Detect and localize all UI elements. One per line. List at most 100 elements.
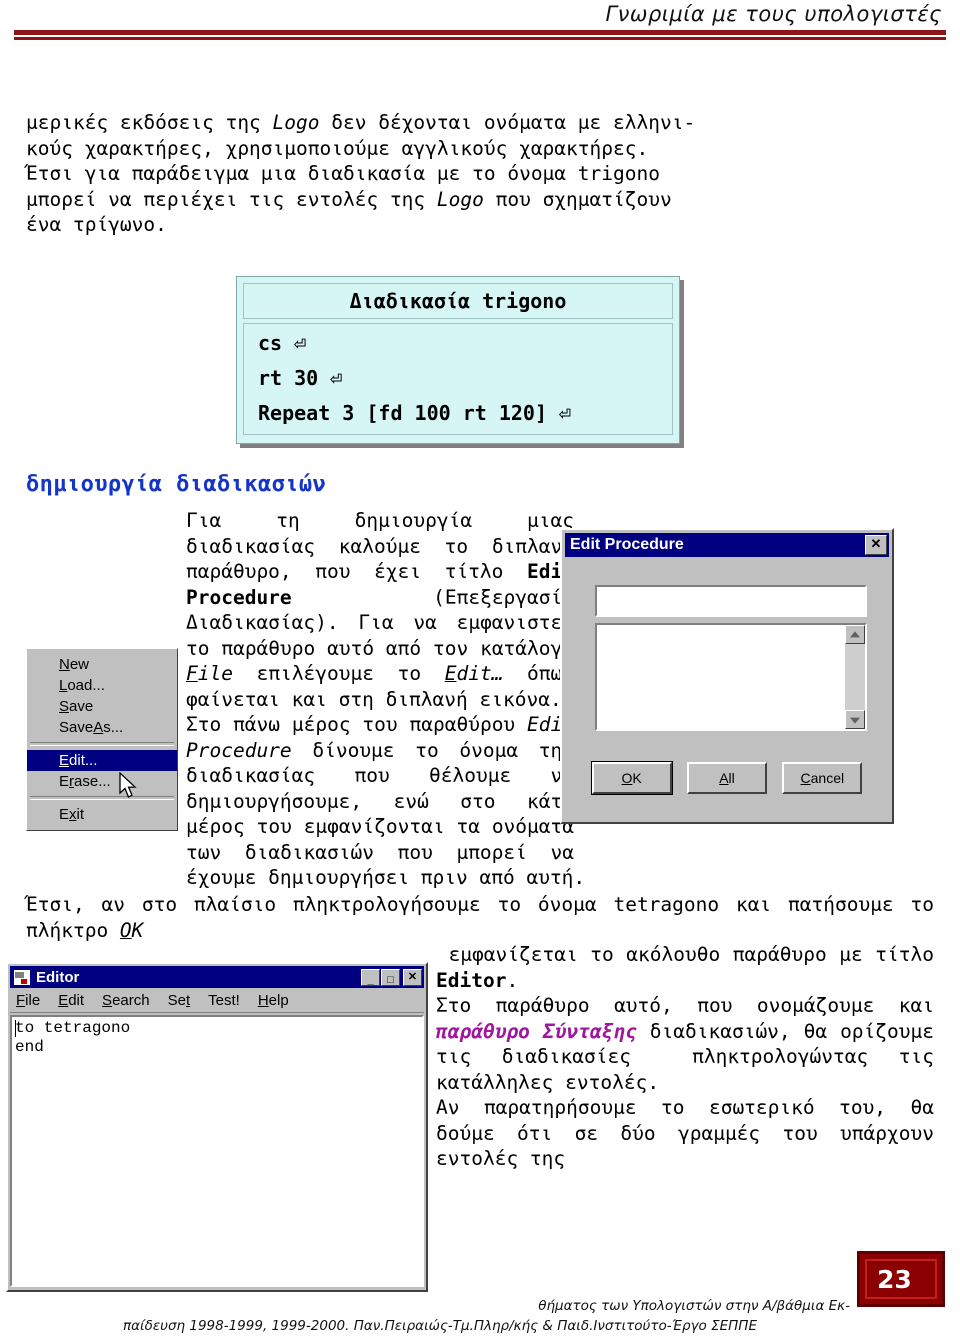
scroll-down-icon[interactable] bbox=[845, 710, 865, 729]
editor-menu-help-label: elp bbox=[268, 991, 289, 1009]
text-caret bbox=[15, 1020, 16, 1037]
file-menu-accelerator: F bbox=[186, 662, 198, 685]
minimize-icon[interactable]: _ bbox=[361, 968, 380, 986]
code-box-title: Διαδικασία trigono bbox=[243, 283, 673, 319]
menu-item-saveas-accelerator: A bbox=[93, 719, 104, 736]
editor-menu-search[interactable]: Search bbox=[102, 992, 150, 1009]
menu-item-load[interactable]: Load... bbox=[27, 675, 177, 696]
editor-menubar: File Edit Search Set Test! Help bbox=[10, 988, 424, 1013]
code-line: cs ⏎ bbox=[258, 331, 307, 355]
menu-separator bbox=[30, 796, 174, 800]
file-menu-popup[interactable]: New Load... Save SaveAs... Edit... Erase… bbox=[26, 648, 178, 831]
all-button[interactable]: All bbox=[686, 762, 767, 794]
body-paragraph-3b: εμφανίζεται το ακόλουθο παράθυρο με τίτλ… bbox=[436, 942, 934, 993]
list-scrollbar[interactable] bbox=[845, 625, 865, 729]
body-paragraph-5: Αν παρατηρήσουμε το εσωτερικό του, θα δο… bbox=[436, 1096, 946, 1170]
p2-text-a: Στο πάνω μέρος του παραθύρου bbox=[186, 713, 528, 736]
editor-text-area[interactable]: to tetragono end bbox=[10, 1015, 424, 1287]
page-header: Γνωριμία με τους υπολογιστές bbox=[0, 0, 960, 46]
ok-button[interactable]: OK bbox=[591, 762, 672, 794]
menu-item-exit-accelerator: x bbox=[69, 806, 77, 823]
menu-item-new[interactable]: New bbox=[27, 654, 177, 675]
editor-menu-set-accelerator: t bbox=[185, 991, 191, 1009]
editor-menu-file-accelerator: F bbox=[16, 991, 26, 1009]
p3-text-c: . bbox=[506, 968, 519, 992]
editor-term: Editor bbox=[436, 968, 507, 992]
menu-item-load-label: oad... bbox=[67, 677, 105, 694]
menu-item-exit-prefix: E bbox=[59, 806, 70, 823]
header-rule-thin bbox=[14, 37, 946, 40]
section-heading: δημιουργία διαδικασιών bbox=[26, 472, 327, 497]
p3-text-b: εμφανίζεται το ακόλουθο παράθυρο με τίτλ… bbox=[436, 943, 946, 966]
intro-text-a: μερικές εκδόσεις της bbox=[26, 111, 273, 134]
editor-code-line: end bbox=[15, 1038, 44, 1056]
menu-item-saveas-prefix: Save bbox=[59, 719, 94, 736]
editor-menu-edit[interactable]: Edit bbox=[58, 992, 84, 1009]
editor-menu-edit-accelerator: E bbox=[58, 991, 69, 1009]
procedure-name-input[interactable] bbox=[595, 585, 867, 617]
cancel-button-label: ancel bbox=[810, 770, 845, 786]
editor-menu-test-label: Test! bbox=[208, 991, 240, 1009]
close-icon[interactable]: ✕ bbox=[865, 535, 887, 555]
p3-text-a: Έτσι, αν στο πλαίσιο πληκτρολογήσουμε το… bbox=[26, 893, 946, 942]
body-paragraph-4: Στο παράθυρο αυτό, που ονομάζουμε και πα… bbox=[436, 993, 934, 1095]
body-paragraph-3: Έτσι, αν στο πλαίσιο πληκτρολογήσουμε το… bbox=[26, 892, 934, 943]
menu-item-edit-accelerator: E bbox=[59, 752, 70, 769]
dialog-title: Edit Procedure bbox=[570, 536, 684, 553]
editor-app-icon bbox=[13, 968, 31, 986]
editor-menu-help-accelerator: H bbox=[257, 991, 269, 1009]
menu-item-saveas-label: s... bbox=[103, 719, 124, 736]
p1-text-a: Για τη δημιουργία μιας διαδικασίας καλού… bbox=[186, 509, 574, 583]
p4-text-a: Στο παράθυρο αυτό, που ονομάζουμε και bbox=[436, 994, 946, 1017]
code-line: rt 30 ⏎ bbox=[258, 366, 343, 390]
editor-title: Editor bbox=[36, 968, 80, 986]
menu-item-erase[interactable]: Erase... bbox=[27, 771, 177, 792]
procedure-list-items[interactable] bbox=[597, 625, 845, 729]
cancel-button[interactable]: Cancel bbox=[782, 762, 863, 794]
editor-menu-help[interactable]: Help bbox=[258, 992, 289, 1009]
maximize-icon[interactable]: □ bbox=[381, 968, 400, 986]
ok-button-accelerator: O bbox=[621, 770, 633, 786]
editor-menu-search-accelerator: S bbox=[102, 991, 113, 1009]
menu-item-new-label: ew bbox=[69, 656, 90, 673]
editor-code-line: to tetragono bbox=[15, 1019, 131, 1037]
page-number: 23 bbox=[877, 1264, 912, 1294]
close-icon[interactable]: ✕ bbox=[403, 968, 422, 986]
footer-line-1: θήματος των Υπολογιστών στην Α/βάθμια Εκ… bbox=[538, 1298, 850, 1314]
menu-item-save[interactable]: Save bbox=[27, 696, 177, 717]
editor-menu-test[interactable]: Test! bbox=[208, 992, 240, 1009]
all-button-label: ll bbox=[728, 770, 735, 786]
header-title: Γνωριμία με τους υπολογιστές bbox=[605, 2, 942, 26]
editor-menu-set-prefix: Se bbox=[167, 991, 186, 1009]
editor-menu-file-label: ile bbox=[25, 991, 41, 1009]
editor-menu-search-label: earch bbox=[112, 991, 150, 1009]
edit-menu-term: dit… bbox=[456, 662, 504, 685]
editor-menu-set[interactable]: Set bbox=[168, 992, 191, 1009]
all-button-accelerator: A bbox=[719, 770, 729, 786]
footer-credits: θήματος των Υπολογιστών στην Α/βάθμια Εκ… bbox=[30, 1296, 850, 1336]
intro-paragraph: μερικές εκδόσεις της Logo δεν δέχονται ο… bbox=[26, 110, 932, 238]
menu-item-erase-label: ase... bbox=[74, 773, 111, 790]
page-number-box: 23 bbox=[857, 1251, 945, 1307]
code-box: Διαδικασία trigono cs ⏎ rt 30 ⏎ Repeat 3… bbox=[236, 276, 680, 444]
editor-menu-file[interactable]: File bbox=[16, 992, 40, 1009]
editor-window[interactable]: Editor _ □ ✕ File Edit Search Set Test! … bbox=[6, 962, 428, 1292]
ok-key-term: K bbox=[131, 918, 144, 942]
code-line: Repeat 3 [fd 100 rt 120] ⏎ bbox=[258, 401, 572, 425]
syntax-window-term: παράθυρο Σύνταξης bbox=[436, 1019, 637, 1043]
menu-item-save-accelerator: S bbox=[59, 698, 70, 715]
file-menu-term: ile bbox=[197, 662, 233, 685]
menu-item-edit[interactable]: Edit... bbox=[27, 750, 177, 771]
code-box-body: cs ⏎ rt 30 ⏎ Repeat 3 [fd 100 rt 120] ⏎ bbox=[243, 323, 673, 435]
menu-item-saveas[interactable]: SaveAs... bbox=[27, 717, 177, 738]
footer-line-2: παίδευση 1998-1999, 1999-2000. Παν.Πειρα… bbox=[123, 1318, 757, 1334]
procedure-list-box[interactable] bbox=[595, 623, 867, 731]
editor-menu-edit-label: dit bbox=[68, 991, 85, 1009]
page-number-inner: 23 bbox=[865, 1259, 937, 1299]
scroll-up-icon[interactable] bbox=[845, 625, 865, 644]
right-text-column: εμφανίζεται το ακόλουθο παράθυρο με τίτλ… bbox=[436, 942, 934, 1172]
cancel-button-accelerator: C bbox=[800, 770, 811, 786]
menu-item-edit-label: dit... bbox=[69, 752, 98, 769]
menu-item-exit[interactable]: Exit bbox=[27, 804, 177, 825]
edit-procedure-dialog[interactable]: Edit Procedure ✕ OK All Cancel bbox=[560, 528, 894, 824]
